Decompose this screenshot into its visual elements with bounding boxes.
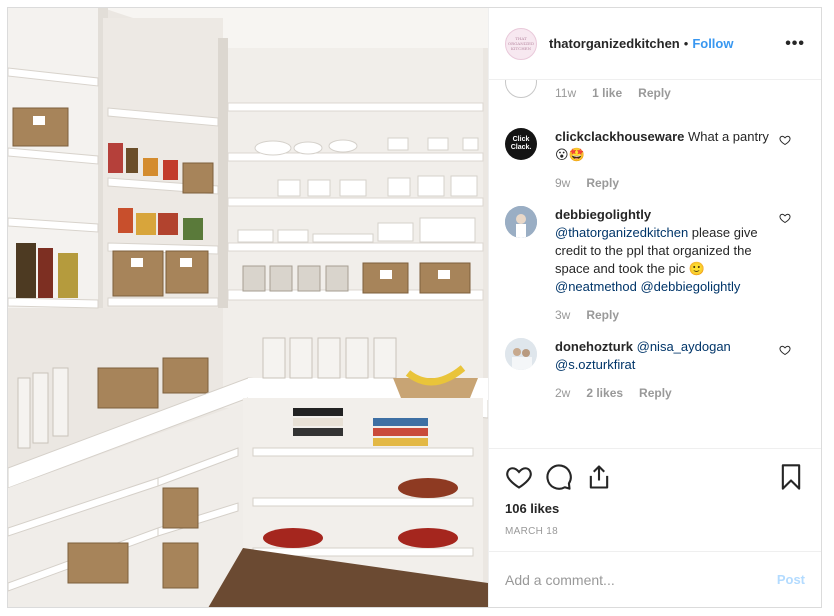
pantry-photo-illustration [8,8,488,607]
post-date: MARCH 18 [505,526,558,537]
comment-likes[interactable]: 2 likes [586,386,623,400]
post-side-panel: THAT ORGANIZED KITCHEN thatorganizedkitc… [488,8,821,607]
comment-meta: 11w 1 like Reply [555,86,671,100]
comment-time[interactable]: 9w [555,176,570,190]
comment-avatar[interactable] [505,80,537,98]
like-comment-heart-icon[interactable] [779,212,791,224]
comment-time[interactable]: 11w [555,86,576,100]
reply-button[interactable]: Reply [639,386,672,400]
mention-link[interactable]: @nisa_aydogan [637,339,731,354]
comment-time[interactable]: 2w [555,386,570,400]
follow-button[interactable]: Follow [692,36,733,51]
comment-bubble-icon[interactable] [545,463,573,491]
comment-text: clickclackhouseware What a pantry 😮🤩 [555,128,785,164]
share-icon[interactable] [585,463,613,491]
comment-item: donehozturk @nisa_aydogan @s.ozturkfirat… [505,338,805,400]
author-username[interactable]: thatorganizedkitchen [549,36,680,51]
post-actions: 106 likes MARCH 18 [489,448,821,551]
add-comment-bar: Post [489,551,821,607]
comment-meta: 2w 2 likes Reply [555,386,785,400]
header-separator: • [683,36,689,51]
comment-username[interactable]: clickclackhouseware [555,129,684,144]
comment-avatar[interactable] [505,338,537,370]
like-comment-heart-icon[interactable] [779,344,791,356]
comment-username[interactable]: donehozturk [555,339,633,354]
mention-link[interactable]: @debbiegolightly [640,279,740,294]
comment-avatar[interactable]: Click Clack. [505,128,537,160]
bookmark-icon[interactable] [777,463,805,491]
more-options-icon[interactable]: ••• [785,35,805,53]
comment-input[interactable] [505,571,777,588]
comment-username[interactable]: debbiegolightly [555,207,651,222]
comment-item: Click Clack. clickclackhouseware What a … [505,128,805,190]
comment-meta: 9w Reply [555,176,785,190]
comments-list[interactable]: 11w 1 like Reply Click Clack. clickclack… [489,80,821,448]
avatar-logo-text: Click Clack. [510,136,532,151]
comment-avatar[interactable] [505,206,537,238]
user-photo-icon [505,206,537,238]
comment-time[interactable]: 3w [555,308,570,322]
post-comment-button[interactable]: Post [777,572,805,587]
like-comment-heart-icon[interactable] [779,134,791,146]
comment-body: donehozturk @nisa_aydogan @s.ozturkfirat… [555,338,785,400]
instagram-post: THAT ORGANIZED KITCHEN thatorganizedkitc… [7,7,822,608]
comment-item: debbiegolightly @thatorganizedkitchen pl… [505,206,805,322]
like-heart-icon[interactable] [505,463,533,491]
post-header: THAT ORGANIZED KITCHEN thatorganizedkitc… [489,8,821,80]
mention-link[interactable]: @neatmethod [555,279,637,294]
comment-body: clickclackhouseware What a pantry 😮🤩 9w … [555,128,785,190]
reply-button[interactable]: Reply [586,176,619,190]
reply-button[interactable]: Reply [638,86,671,100]
mention-link[interactable]: @thatorganizedkitchen [555,225,688,240]
avatar-logo-text: THAT ORGANIZED KITCHEN [507,36,535,51]
user-photo-icon [505,338,537,370]
comment-text: debbiegolightly @thatorganizedkitchen pl… [555,206,785,296]
comment-likes[interactable]: 1 like [592,86,622,100]
comment-meta: 3w Reply [555,308,785,322]
reply-button[interactable]: Reply [586,308,619,322]
author-avatar[interactable]: THAT ORGANIZED KITCHEN [505,27,537,60]
comment-text: donehozturk @nisa_aydogan @s.ozturkfirat [555,338,785,374]
post-photo[interactable] [8,8,488,607]
mention-link[interactable]: @s.ozturkfirat [555,357,635,372]
likes-count[interactable]: 106 likes [505,501,805,516]
comment-body: debbiegolightly @thatorganizedkitchen pl… [555,206,785,322]
action-icons [505,457,805,497]
comment-partial: 11w 1 like Reply [505,80,805,112]
